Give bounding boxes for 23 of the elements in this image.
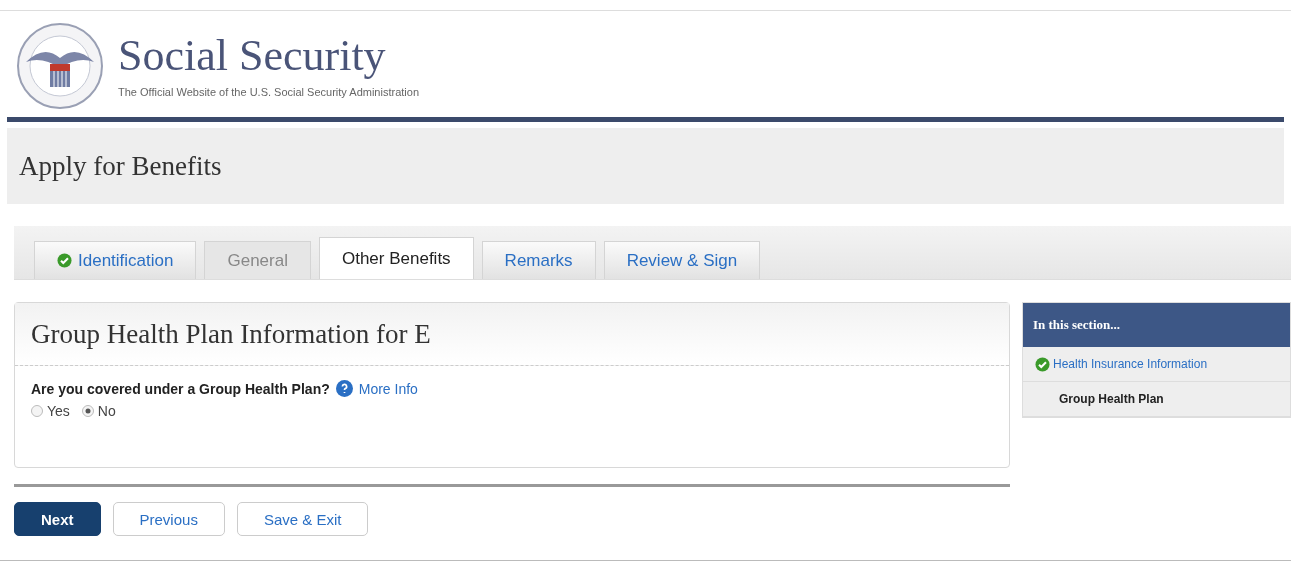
check-icon xyxy=(1035,356,1050,372)
panel-title: Group Health Plan Information for E xyxy=(31,318,431,350)
sidebar-item[interactable]: Group Health Plan xyxy=(1059,392,1164,406)
tab[interactable]: Remarks xyxy=(481,241,596,279)
radio-button[interactable] xyxy=(81,405,94,417)
radio-label: No xyxy=(97,403,116,419)
next-button[interactable]: Next xyxy=(14,502,101,536)
tab[interactable]: Other Benefits xyxy=(318,237,474,279)
radio-label: Yes xyxy=(47,403,70,419)
question-label: Are you covered under a Group Health Plan? xyxy=(31,380,330,397)
check-icon xyxy=(57,253,72,268)
help-icon[interactable] xyxy=(335,380,353,397)
secondary-button[interactable]: Save & Exit xyxy=(236,502,369,536)
sidebar-link[interactable]: Health Insurance Information xyxy=(1053,357,1208,371)
tab[interactable]: Identification xyxy=(34,241,197,279)
radio-button[interactable] xyxy=(31,405,43,417)
site-title: Social Security xyxy=(118,34,387,78)
sidebar-title: In this section... xyxy=(1033,317,1121,333)
page-title: Apply for Benefits xyxy=(19,150,222,182)
site-tagline: The Official Website of the U.S. Social Security Administration xyxy=(118,86,419,98)
tab[interactable]: Review & Sign xyxy=(603,241,761,279)
secondary-button[interactable]: Previous xyxy=(112,502,225,536)
more-info-link[interactable]: More Info xyxy=(358,380,418,397)
